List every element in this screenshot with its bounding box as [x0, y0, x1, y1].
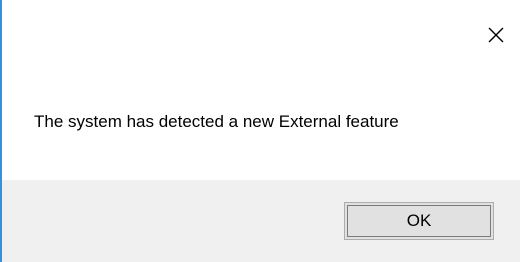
- dialog-titlebar: [2, 0, 520, 72]
- dialog-message: The system has detected a new External f…: [34, 112, 399, 131]
- close-icon: [488, 27, 504, 43]
- close-button[interactable]: [478, 18, 514, 52]
- ok-button[interactable]: OK: [344, 202, 494, 240]
- dialog-footer: OK: [2, 180, 520, 262]
- dialog-content: The system has detected a new External f…: [2, 72, 520, 180]
- message-dialog: The system has detected a new External f…: [0, 0, 520, 262]
